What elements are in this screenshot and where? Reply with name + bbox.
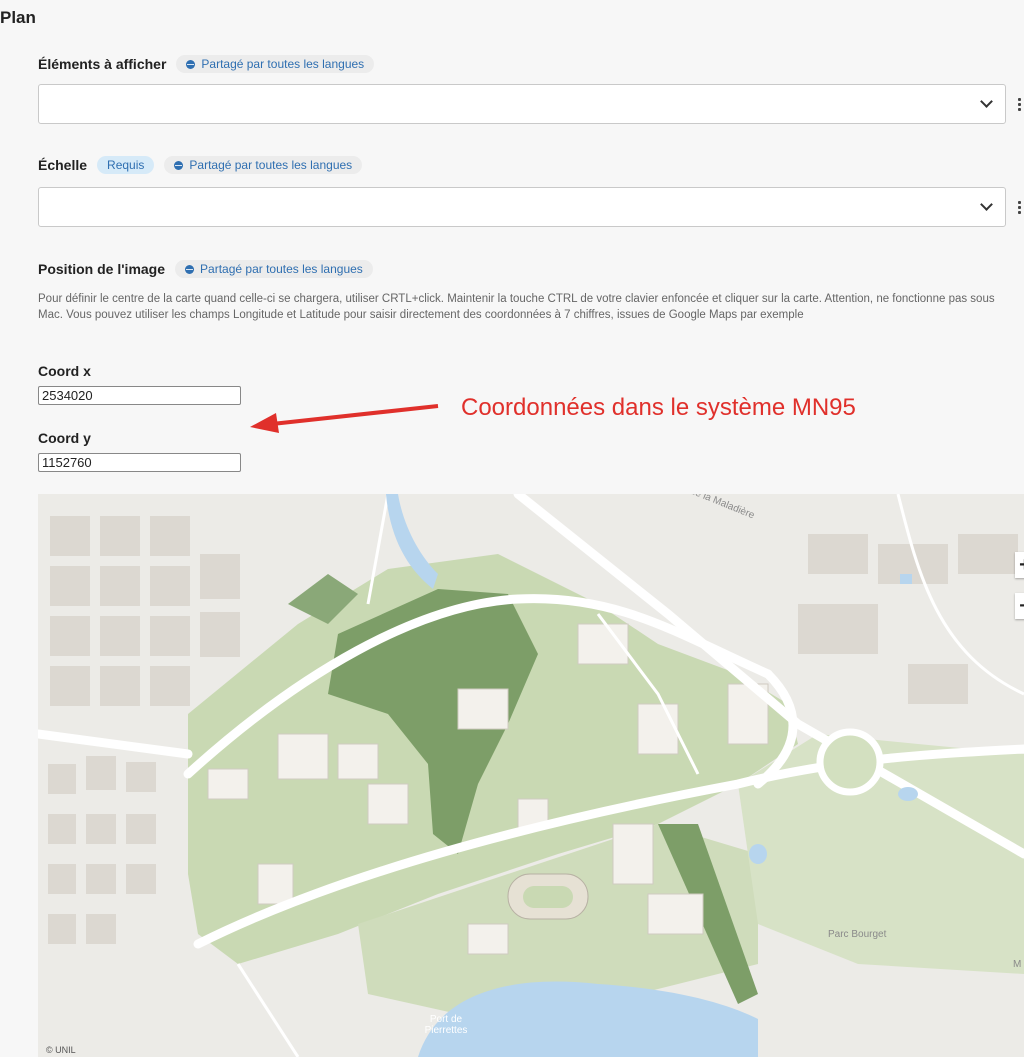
annotation-arrow-icon [250,404,439,433]
map-copyright: © UNIL [46,1045,76,1055]
required-badge: Requis [97,156,155,174]
coord-x-label: Coord x [38,363,91,379]
drag-handle-icon[interactable] [1018,98,1022,111]
position-help-text: Pour définir le centre de la carte quand… [38,293,995,321]
position-field-label-row: Position de l'image Partagé par toutes l… [38,260,373,278]
shared-badge-text: Partagé par toutes les langues [189,158,353,172]
elements-field-label-row: Éléments à afficher Partagé par toutes l… [38,55,375,73]
map-canvas [38,494,1024,1057]
globe-icon [174,160,184,170]
coord-x-input[interactable] [38,386,241,405]
shared-badge: Partagé par toutes les langues [175,260,373,278]
position-field-label: Position de l'image [38,261,166,277]
scale-select[interactable] [38,187,1006,227]
scale-field-label: Échelle [38,157,88,173]
coord-y-label: Coord y [38,430,91,446]
elements-field-label: Éléments à afficher [38,56,167,72]
drag-handle-icon[interactable] [1018,201,1022,214]
globe-icon [185,264,195,274]
elements-select[interactable] [38,84,1006,124]
globe-icon [186,59,196,69]
section-title: Plan [0,8,36,27]
zoom-out-button[interactable]: − [1015,593,1024,619]
chevron-down-icon [980,198,993,211]
map[interactable]: de la Maladière Parc Bourget Port de Pie… [38,494,1024,1057]
shared-badge-text: Partagé par toutes les langues [201,57,365,71]
harbor-label: Port de Pierrettes [424,1014,468,1036]
shared-badge: Partagé par toutes les langues [176,55,375,73]
edge-label: M [1013,959,1022,970]
scale-field-label-row: Échelle Requis Partagé par toutes les la… [38,156,363,174]
coord-y-input[interactable] [38,453,241,472]
chevron-down-icon [980,95,993,108]
shared-badge: Partagé par toutes les langues [164,156,363,174]
park-label: Parc Bourget [828,929,887,940]
zoom-in-button[interactable]: + [1015,552,1024,578]
annotation-text: Coordonnées dans le système MN95 [461,394,856,421]
shared-badge-text: Partagé par toutes les langues [200,262,363,276]
